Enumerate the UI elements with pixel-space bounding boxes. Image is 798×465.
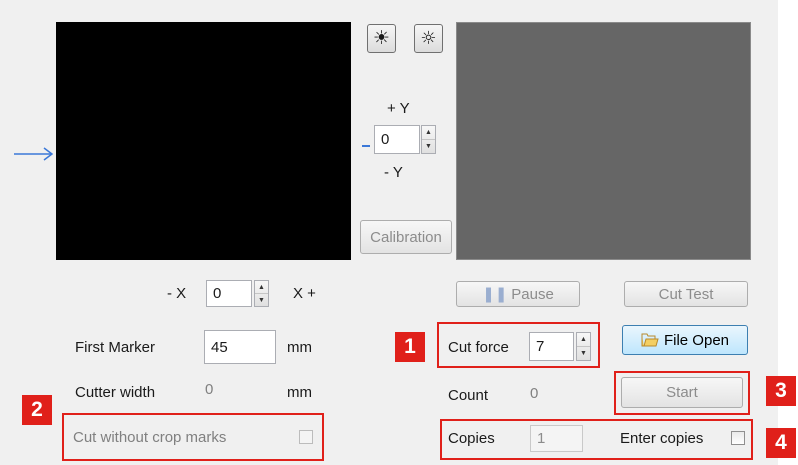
x-minus-label: - X xyxy=(167,285,187,302)
cut-force-stepper[interactable]: ▲ ▼ xyxy=(576,332,591,361)
start-button[interactable]: Start xyxy=(621,377,743,408)
first-marker-label: First Marker xyxy=(75,339,155,356)
enter-copies-checkbox[interactable] xyxy=(731,431,745,445)
pointer-arrow-icon xyxy=(14,147,54,161)
x-offset-stepper[interactable]: ▲ ▼ xyxy=(254,280,269,307)
x-plus-label: X + xyxy=(293,285,316,302)
y-minus-label: - Y xyxy=(384,164,403,181)
cutter-width-value: 0 xyxy=(205,381,214,398)
y-plus-label: + Y xyxy=(387,100,410,117)
y-indicator-line xyxy=(362,145,370,147)
callout-badge-3: 3 xyxy=(766,376,796,406)
first-marker-unit: mm xyxy=(287,339,312,356)
down-arrow-icon[interactable]: ▼ xyxy=(577,346,590,360)
cut-force-label: Cut force xyxy=(448,339,509,356)
copies-label: Copies xyxy=(448,430,495,447)
folder-icon xyxy=(641,333,659,347)
cutter-width-label: Cutter width xyxy=(75,384,156,401)
x-offset-input[interactable]: 0 xyxy=(206,280,252,307)
up-arrow-icon[interactable]: ▲ xyxy=(422,126,435,139)
camera-preview-left xyxy=(56,22,351,260)
callout-badge-1: 1 xyxy=(395,332,425,362)
file-open-label: File Open xyxy=(663,331,730,349)
cut-test-button[interactable]: Cut Test xyxy=(624,281,748,307)
copies-input[interactable]: 1 xyxy=(530,425,583,452)
up-arrow-icon[interactable]: ▲ xyxy=(577,333,590,346)
pause-label: Pause xyxy=(511,285,554,303)
first-marker-input[interactable]: 45 xyxy=(204,330,276,364)
enter-copies-label: Enter copies xyxy=(620,430,704,447)
count-value: 0 xyxy=(530,385,539,402)
cutter-width-unit: mm xyxy=(287,384,312,401)
brightness-high-button[interactable]: ☀ xyxy=(367,24,396,53)
cut-without-crop-marks-checkbox[interactable] xyxy=(299,430,313,444)
down-arrow-icon[interactable]: ▼ xyxy=(422,139,435,153)
sun-dotted-icon: ☼ xyxy=(420,27,437,49)
pause-button[interactable]: ❚❚ Pause xyxy=(456,281,580,307)
up-arrow-icon[interactable]: ▲ xyxy=(255,281,268,293)
callout-badge-4: 4 xyxy=(766,428,796,458)
cut-without-crop-marks-label: Cut without crop marks xyxy=(73,429,227,446)
file-open-button[interactable]: File Open xyxy=(622,325,748,355)
y-offset-stepper[interactable]: ▲ ▼ xyxy=(421,125,436,154)
y-offset-input[interactable]: 0 xyxy=(374,125,420,154)
callout-badge-2: 2 xyxy=(22,395,52,425)
cut-force-input[interactable]: 7 xyxy=(529,332,574,361)
brightness-low-button[interactable]: ☼ xyxy=(414,24,443,53)
sun-filled-icon: ☀ xyxy=(372,27,391,49)
down-arrow-icon[interactable]: ▼ xyxy=(255,293,268,306)
pause-icon: ❚❚ xyxy=(482,286,508,303)
count-label: Count xyxy=(448,387,489,404)
camera-preview-right xyxy=(456,22,751,260)
calibration-button[interactable]: Calibration xyxy=(360,220,452,254)
